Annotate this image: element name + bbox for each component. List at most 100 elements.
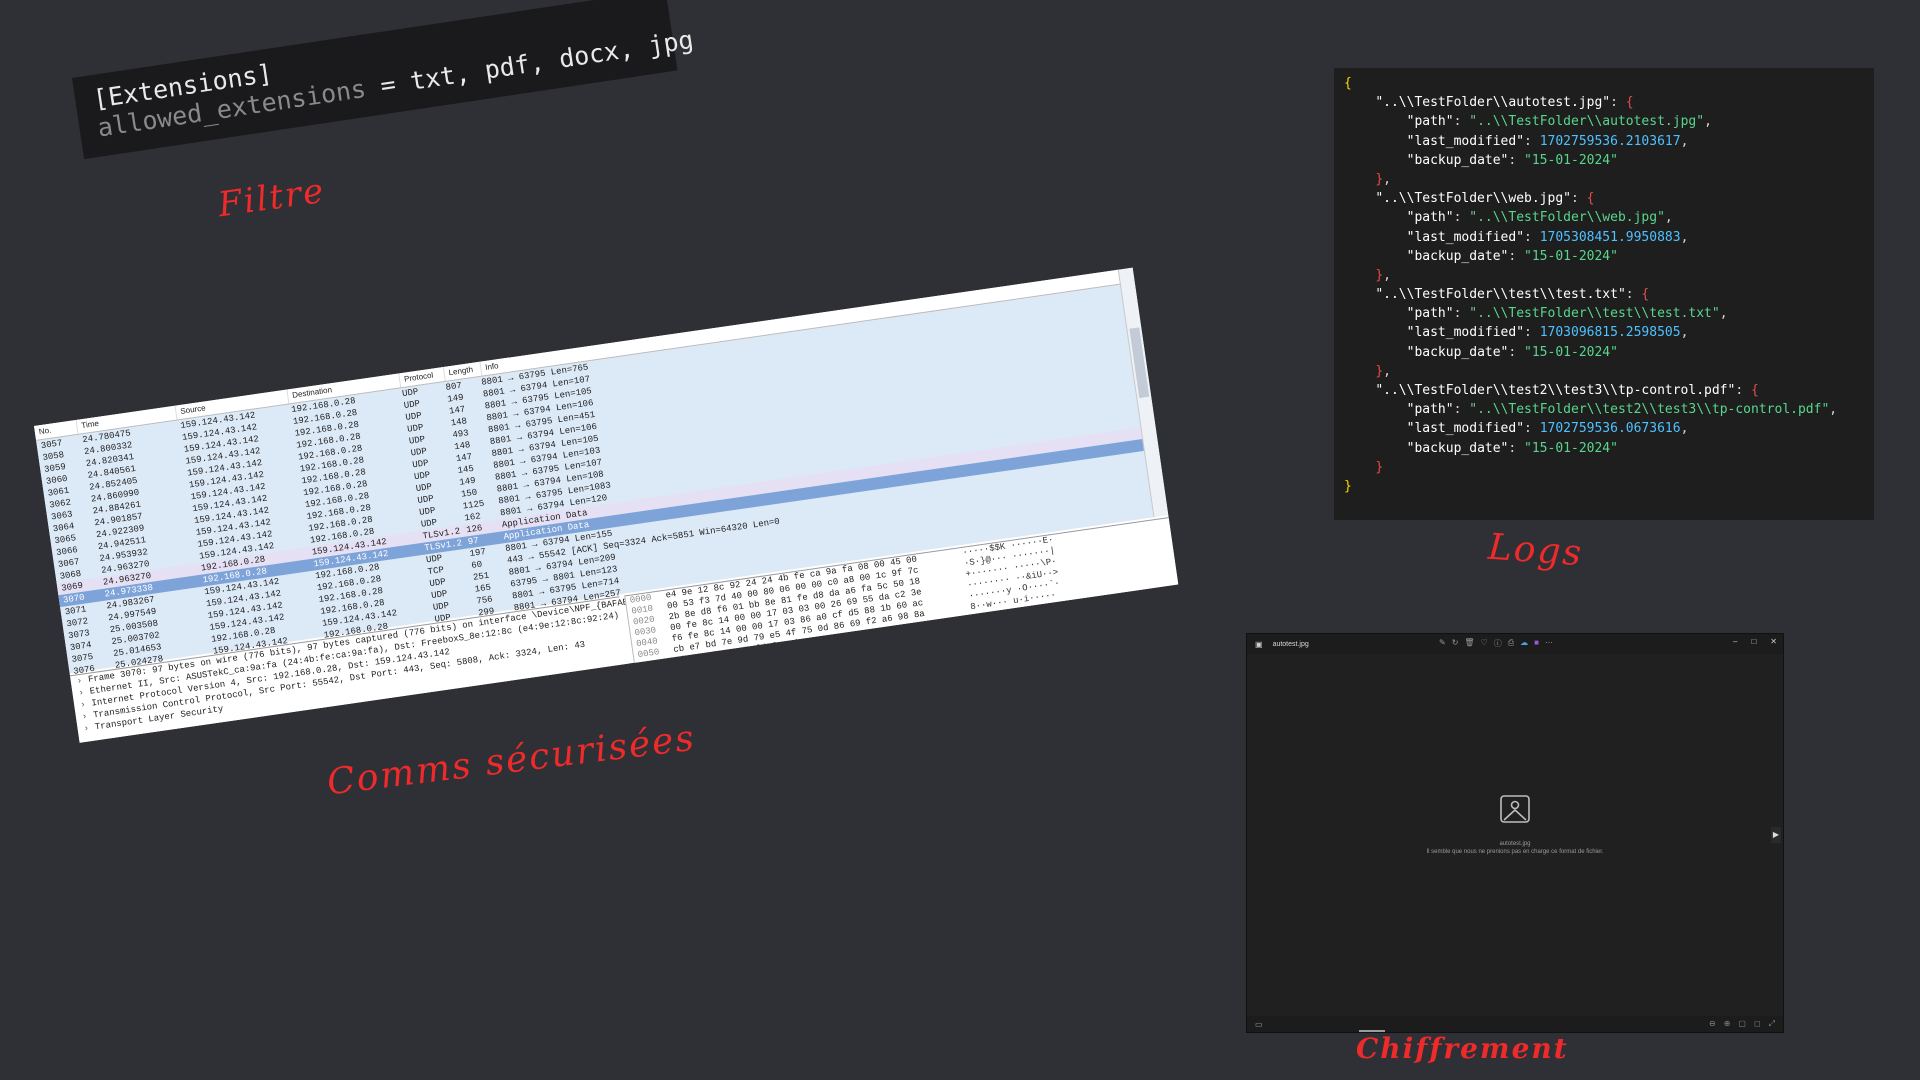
print-icon[interactable]: ⎙ xyxy=(1508,638,1514,649)
json-line: "..\\TestFolder\\test\\test.txt": { xyxy=(1344,285,1864,304)
json-token: } xyxy=(1375,363,1384,379)
json-token: : xyxy=(1524,421,1540,437)
viewer-bottom-bar: ▭ ⊖ ⊕ ▢ ◻ ⤢ xyxy=(1247,1016,1783,1032)
annotation-encryption: Chiffrement xyxy=(1356,1032,1569,1065)
json-token: : xyxy=(1735,383,1751,398)
json-token: : xyxy=(1453,114,1470,130)
json-token: "last_modified" xyxy=(1406,229,1525,245)
json-line: "path": "..\\TestFolder\\autotest.jpg", xyxy=(1344,112,1864,131)
json-token: "15-01-2024" xyxy=(1524,344,1618,360)
json-token: "..\\TestFolder\\test\\test.txt" xyxy=(1375,287,1626,303)
viewer-titlebar: ▣ autotest.jpg ✎ ↻ 🗑 ♡ ⓘ ⎙ ☁ ■ ⋯ – □ ✕ xyxy=(1247,634,1783,654)
hex-ascii xyxy=(973,624,975,635)
json-token: "path" xyxy=(1406,402,1454,418)
annotation-logs: Logs xyxy=(1486,526,1585,575)
json-line: }, xyxy=(1344,266,1864,285)
json-token: , xyxy=(1680,325,1689,341)
annotation-comms: Comms sécurisées xyxy=(324,717,698,804)
json-token: , xyxy=(1383,171,1391,187)
json-line: }, xyxy=(1344,362,1864,381)
json-token: "..\\TestFolder\\test\\test.txt" xyxy=(1469,306,1720,322)
json-line: "backup_date": "15-01-2024" xyxy=(1344,247,1864,266)
wireshark-capture: No. Time Source Destination Protocol Length In… xyxy=(34,267,1179,743)
json-token: , xyxy=(1383,363,1391,379)
hex-off: 0070 xyxy=(640,668,664,682)
maximize-icon[interactable]: □ xyxy=(1751,637,1756,646)
json-token: , xyxy=(1680,421,1689,437)
json-token: "last_modified" xyxy=(1406,325,1525,341)
json-token: "path" xyxy=(1406,306,1454,322)
expand-arrow-icon[interactable]: › xyxy=(83,723,90,734)
viewer-filename: autotest.jpg xyxy=(1272,640,1309,648)
json-token: "backup_date" xyxy=(1406,344,1509,360)
zoom-out-icon[interactable]: ⊖ xyxy=(1709,1019,1716,1029)
app-extension-icon[interactable]: ■ xyxy=(1534,638,1539,649)
zoom-in-icon[interactable]: ⊕ xyxy=(1724,1019,1731,1029)
json-line: "backup_date": "15-01-2024" xyxy=(1344,343,1864,362)
unsupported-format-message: Il semble que nous ne prenions pas en ch… xyxy=(1426,849,1604,855)
json-token: : xyxy=(1453,306,1470,322)
json-line: "..\\TestFolder\\autotest.jpg": { xyxy=(1344,93,1864,112)
info-icon[interactable]: ⓘ xyxy=(1494,638,1502,649)
backup-log-json: { "..\\TestFolder\\autotest.jpg": { "pat… xyxy=(1334,68,1874,520)
expand-arrow-icon[interactable]: › xyxy=(76,676,83,687)
json-line: "backup_date": "15-01-2024" xyxy=(1344,151,1864,170)
json-token: : xyxy=(1625,287,1642,303)
json-token: , xyxy=(1829,402,1838,418)
json-token: { xyxy=(1586,191,1595,207)
json-token: : xyxy=(1508,152,1525,168)
actual-size-icon[interactable]: ▢ xyxy=(1738,1019,1746,1029)
json-token: "15-01-2024" xyxy=(1524,152,1618,168)
json-line: }, xyxy=(1344,170,1864,189)
favorite-icon[interactable]: ♡ xyxy=(1481,638,1488,649)
json-line: "..\\TestFolder\\web.jpg": { xyxy=(1344,189,1864,208)
json-token: "path" xyxy=(1406,114,1454,130)
json-token: , xyxy=(1719,306,1728,322)
json-line: } xyxy=(1344,477,1864,496)
json-token: "path" xyxy=(1406,210,1454,226)
json-token: : xyxy=(1453,402,1470,418)
delete-icon[interactable]: 🗑 xyxy=(1464,638,1474,649)
json-token: { xyxy=(1751,383,1759,398)
json-line: "last_modified": 1702759536.2103617, xyxy=(1344,132,1864,151)
photo-viewer-window: ▣ autotest.jpg ✎ ↻ 🗑 ♡ ⓘ ⎙ ☁ ■ ⋯ – □ ✕ a… xyxy=(1246,633,1784,1033)
json-token: } xyxy=(1375,459,1384,475)
rotate-icon[interactable]: ↻ xyxy=(1452,638,1459,649)
more-options-icon[interactable]: ⋯ xyxy=(1545,638,1553,649)
json-line: "path": "..\\TestFolder\\web.jpg", xyxy=(1344,208,1864,227)
edit-icon[interactable]: ✎ xyxy=(1439,638,1446,649)
viewer-toolbar: ✎ ↻ 🗑 ♡ ⓘ ⎙ ☁ ■ ⋯ xyxy=(1439,638,1553,649)
json-line: "backup_date": "15-01-2024" xyxy=(1344,439,1864,458)
json-line: "last_modified": 1702759536.0673616, xyxy=(1344,419,1864,438)
cloud-icon[interactable]: ☁ xyxy=(1520,638,1528,649)
json-line: "last_modified": 1705308451.9950883, xyxy=(1344,228,1864,247)
json-line: { xyxy=(1344,74,1864,93)
json-token: } xyxy=(1375,171,1384,187)
next-image-button[interactable]: ▶ xyxy=(1771,827,1781,843)
fit-icon[interactable]: ◻ xyxy=(1754,1019,1761,1029)
unsupported-file-name: autotest.jpg xyxy=(1499,841,1531,847)
json-token: , xyxy=(1664,210,1673,226)
expand-arrow-icon[interactable]: › xyxy=(78,688,85,699)
json-token: , xyxy=(1680,229,1689,245)
json-token: "15-01-2024" xyxy=(1524,248,1618,264)
json-token: 1703096815.2598505 xyxy=(1539,325,1681,341)
zoom-controls: ⊖ ⊕ ▢ ◻ ⤢ xyxy=(1709,1019,1775,1029)
json-token: 1702759536.2103617 xyxy=(1539,133,1681,149)
json-token: 1705308451.9950883 xyxy=(1539,229,1681,245)
minimize-icon[interactable]: – xyxy=(1733,637,1737,646)
close-icon[interactable]: ✕ xyxy=(1770,637,1777,646)
json-token: { xyxy=(1641,287,1650,303)
json-token: : xyxy=(1570,191,1587,207)
fullscreen-icon[interactable]: ⤢ xyxy=(1769,1019,1775,1029)
json-line: "..\\TestFolder\\test2\\test3\\tp-contro… xyxy=(1344,381,1864,400)
json-token: 1702759536.0673616 xyxy=(1539,421,1681,437)
json-token: { xyxy=(1344,76,1352,91)
expand-arrow-icon[interactable]: › xyxy=(80,700,87,711)
json-token: "..\\TestFolder\\web.jpg" xyxy=(1375,191,1571,207)
expand-arrow-icon[interactable]: › xyxy=(81,711,88,722)
app-icon: ▣ xyxy=(1255,639,1263,649)
json-token: "backup_date" xyxy=(1406,248,1509,264)
json-token: : xyxy=(1453,210,1470,226)
filmstrip-icon[interactable]: ▭ xyxy=(1255,1020,1263,1029)
